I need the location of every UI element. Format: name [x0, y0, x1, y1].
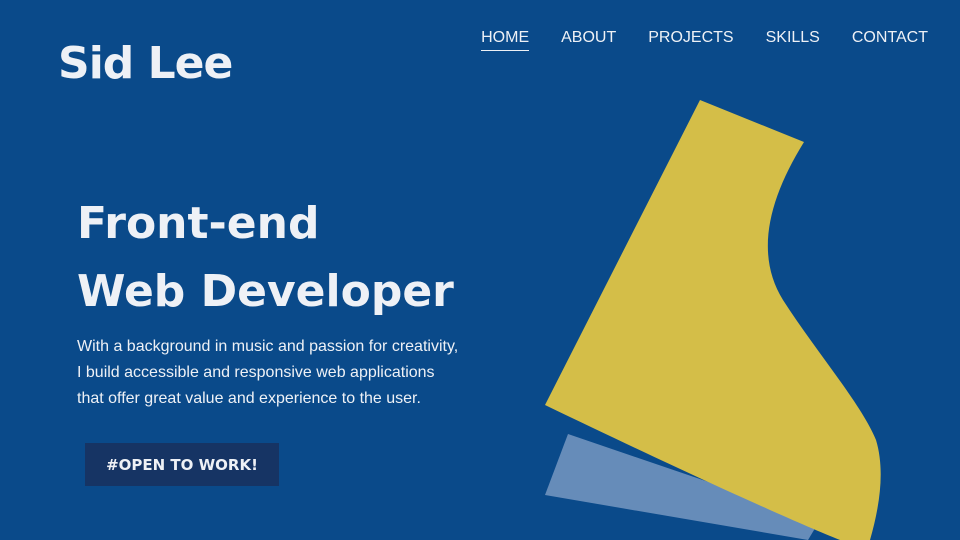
open-to-work-button[interactable]: #OPEN TO WORK! [85, 443, 279, 486]
hero-description: With a background in music and passion f… [77, 334, 497, 412]
nav-link-skills[interactable]: SKILLS [766, 29, 820, 51]
nav-link-projects[interactable]: PROJECTS [648, 29, 733, 51]
nav-link-contact[interactable]: CONTACT [852, 29, 928, 51]
light-blue-shape [545, 434, 820, 540]
hero-description-line-2: I build accessible and responsive web ap… [77, 364, 435, 381]
yellow-shape [545, 100, 881, 540]
hero-title-line-2: Web Developer [77, 266, 454, 317]
nav-link-home[interactable]: HOME [481, 29, 530, 51]
nav-link-about[interactable]: ABOUT [561, 29, 616, 51]
hero-title-line-1: Front-end [77, 198, 320, 249]
hero-description-line-1: With a background in music and passion f… [77, 338, 459, 355]
site-logo[interactable]: Sid Lee [58, 39, 233, 88]
hero-description-line-3: that offer great value and experience to… [77, 390, 421, 407]
hero-title: Front-end Web Developer [77, 190, 454, 326]
main-nav: HOME ABOUT PROJECTS SKILLS CONTACT [449, 29, 928, 51]
